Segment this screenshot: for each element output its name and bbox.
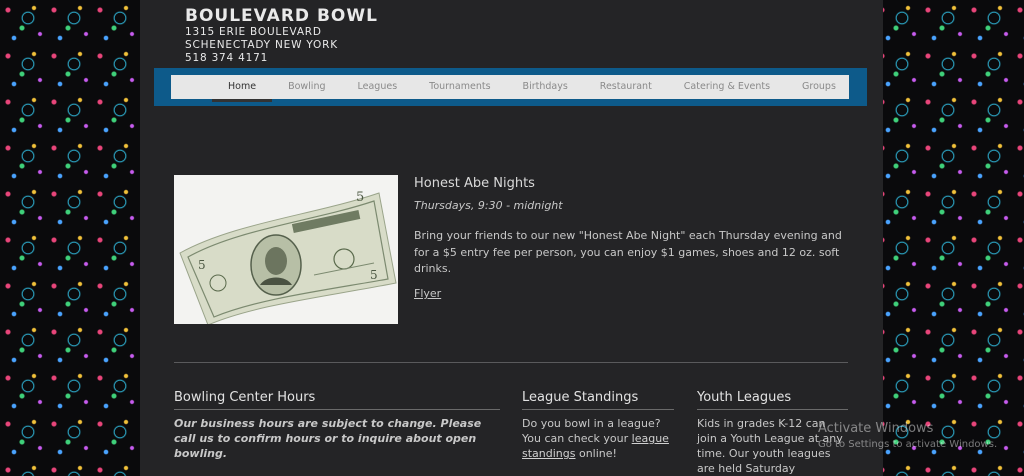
nav-list: Home Bowling Leagues Tournaments Birthda… <box>212 75 852 102</box>
hours-section: Bowling Center Hours Our business hours … <box>174 390 500 461</box>
activate-windows-watermark: Activate Windows Go to Settings to activ… <box>818 421 997 450</box>
watermark-title: Activate Windows <box>818 421 934 436</box>
hours-title: Bowling Center Hours <box>174 390 500 410</box>
address-line-1: 1315 ERIE BOULEVARD <box>185 26 322 38</box>
nav-item-leagues[interactable]: Leagues <box>342 75 414 99</box>
hours-body: Our business hours are subject to change… <box>174 417 482 460</box>
site-logo-title[interactable]: BOULEVARD BOWL <box>185 6 378 26</box>
nav-item-catering-events[interactable]: Catering & Events <box>668 75 786 99</box>
nav-item-restaurant[interactable]: Restaurant <box>584 75 668 99</box>
site-header: BOULEVARD BOWL 1315 ERIE BOULEVARD SCHEN… <box>185 6 378 65</box>
youth-title: Youth Leagues <box>697 390 848 410</box>
five-dollar-bill-image: 5 5 5 <box>174 175 398 324</box>
standings-title: League Standings <box>522 390 674 410</box>
nav-item-birthdays[interactable]: Birthdays <box>507 75 584 99</box>
feature-subtitle: Thursdays, 9:30 - midnight <box>414 199 563 212</box>
main-nav-bar: Home Bowling Leagues Tournaments Birthda… <box>154 68 867 106</box>
flyer-link[interactable]: Flyer <box>414 287 441 300</box>
svg-text:5: 5 <box>370 268 378 282</box>
feature-title: Honest Abe Nights <box>414 176 535 191</box>
nav-item-home[interactable]: Home <box>212 75 273 102</box>
phone-number: 518 374 4171 <box>185 52 269 64</box>
nav-item-bowling[interactable]: Bowling <box>272 75 341 99</box>
page-content: BOULEVARD BOWL 1315 ERIE BOULEVARD SCHEN… <box>140 0 883 476</box>
standings-body: Do you bowl in a league? You can check y… <box>522 416 674 461</box>
section-divider <box>174 362 848 363</box>
feature-description: Bring your friends to our new "Honest Ab… <box>414 229 842 275</box>
watermark-subtitle: Go to Settings to activate Windows. <box>818 439 998 450</box>
standings-text-end: online! <box>575 447 617 460</box>
svg-text:5: 5 <box>198 258 206 272</box>
nav-item-groups[interactable]: Groups <box>786 75 852 99</box>
main-nav: Home Bowling Leagues Tournaments Birthda… <box>171 75 852 102</box>
svg-text:5: 5 <box>356 190 364 205</box>
address-line-2: SCHENECTADY NEW YORK <box>185 39 338 51</box>
nav-item-tournaments[interactable]: Tournaments <box>413 75 506 99</box>
standings-section: League Standings Do you bowl in a league… <box>522 390 674 461</box>
